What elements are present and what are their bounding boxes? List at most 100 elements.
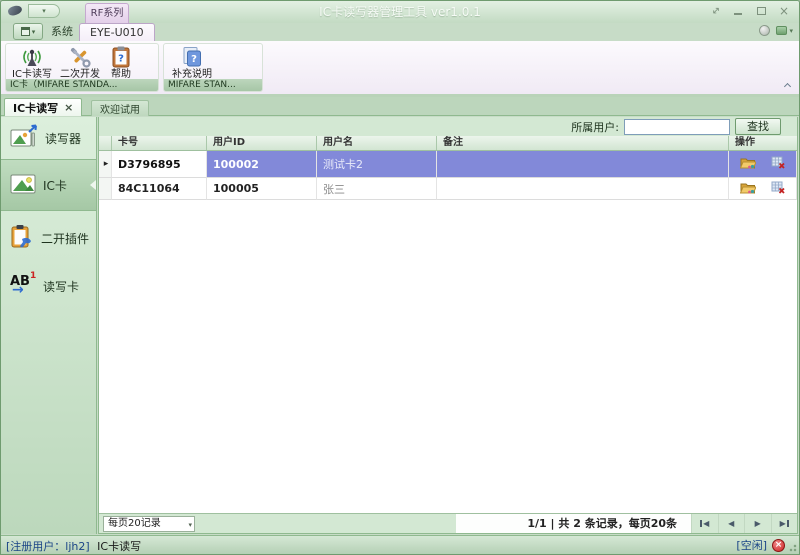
next-page-button[interactable]: ▶ — [744, 514, 771, 533]
header-card-no[interactable]: 卡号 — [112, 136, 207, 150]
cell-user-id[interactable]: 100002 — [207, 151, 317, 178]
last-page-button[interactable]: ▶ — [770, 514, 798, 533]
sidebar-item-label: 读写器 — [45, 131, 82, 146]
cell-operations — [729, 178, 797, 200]
idle-status-text: [空闲] — [736, 539, 767, 552]
sidebar: 读写器 IC卡 二开插件 AB 1 → 读写卡 — [1, 117, 97, 534]
sidebar-item-label: 读写卡 — [43, 279, 80, 294]
doc-tab-welcome[interactable]: 欢迎试用 — [91, 100, 149, 116]
tab-system[interactable]: 系统 — [41, 23, 83, 41]
pagination-info: 1/1 | 共 2 条记录，每页20条 — [456, 514, 691, 533]
reader-icon — [9, 124, 39, 153]
cell-user-name[interactable]: 张三 — [317, 178, 437, 200]
sidebar-item-label: IC卡 — [43, 178, 67, 193]
doc-tab-ic-rw[interactable]: IC卡读写 × — [4, 98, 83, 116]
tab-eye-u010[interactable]: EYE-U010 — [79, 23, 155, 41]
cell-remark[interactable] — [437, 151, 729, 178]
chevron-down-icon: ▾ — [188, 521, 192, 529]
header-user-name[interactable]: 用户名 — [317, 136, 437, 150]
header-remark[interactable]: 备注 — [437, 136, 729, 150]
pagination-bar: 每页20记录 ▾ 1/1 | 共 2 条记录，每页20条 ◀ ◀ ▶ ▶ — [99, 513, 797, 533]
close-icon[interactable]: × — [777, 4, 791, 18]
owner-user-label: 所属用户: — [571, 120, 619, 134]
status-right: [空闲] × — [736, 537, 785, 553]
page-size-label: 每页20记录 — [108, 518, 161, 529]
status-bar: [注册用户：ljh2] IC卡读写 [空闲] × — [1, 535, 799, 554]
svg-text:?: ? — [118, 54, 124, 65]
quick-access-toolbar[interactable]: ▾ — [28, 4, 60, 18]
plugin-icon — [9, 223, 35, 254]
ribbon-right-tools: ▾ — [759, 25, 793, 36]
registered-user-text: [注册用户：ljh2] — [6, 540, 90, 553]
tools-icon — [68, 45, 92, 69]
first-page-button[interactable]: ◀ — [691, 514, 718, 533]
secondary-dev-button[interactable]: 二次开发 — [56, 44, 104, 80]
titlebar: ▾ IC卡读写器管理工具 ver1.0.1 RF系列 ↕ × — [1, 1, 799, 23]
document-tab-strip: IC卡读写 × 欢迎试用 — [1, 97, 799, 116]
maximize-icon[interactable] — [754, 4, 768, 18]
sidebar-item-dev-plugin[interactable]: 二开插件 — [1, 216, 96, 260]
sidebar-item-rw-card[interactable]: AB 1 → 读写卡 — [1, 264, 96, 308]
contextual-tab-rf[interactable]: RF系列 — [85, 3, 129, 23]
status-orb-icon[interactable] — [759, 25, 771, 36]
header-user-id[interactable]: 用户ID — [207, 136, 317, 150]
sidebar-item-reader[interactable]: 读写器 — [1, 120, 96, 156]
supplement-button[interactable]: ? 补充说明 — [166, 44, 218, 80]
row-indicator — [99, 178, 112, 200]
table-header-row: 卡号 用户ID 用户名 备注 操作 — [99, 136, 797, 151]
svg-text:?: ? — [191, 54, 197, 65]
resize-grip[interactable] — [787, 542, 797, 552]
delete-card-button[interactable] — [771, 156, 785, 172]
window-controls: ↕ × — [708, 4, 791, 18]
ic-card-icon — [9, 172, 37, 199]
help-button[interactable]: ? 帮助 — [104, 44, 138, 80]
open-card-button[interactable] — [740, 156, 757, 172]
owner-user-input[interactable] — [624, 118, 730, 135]
table-row[interactable]: 84C11064 100005 张三 — [99, 178, 797, 200]
ribbon-tab-row: ▾ 系统 EYE-U010 ▾ — [1, 23, 799, 41]
stop-close-icon[interactable]: × — [772, 538, 785, 552]
cell-user-name[interactable]: 测试卡2 — [317, 151, 437, 178]
row-indicator-icon: ▸ — [99, 151, 112, 178]
table-row[interactable]: ▸ D3796895 100002 测试卡2 — [99, 151, 797, 178]
skin-chip-icon — [776, 26, 788, 35]
header-operation[interactable]: 操作 — [729, 136, 797, 150]
find-button[interactable]: 查找 — [735, 118, 781, 135]
cell-remark[interactable] — [437, 178, 729, 200]
pages-question-icon: ? — [180, 45, 204, 69]
ribbon-group-mifare: ? 补充说明 MIFARE STAN... — [163, 43, 263, 92]
window-menu-icon — [20, 27, 30, 36]
doc-tab-label: 欢迎试用 — [100, 105, 140, 116]
skin-picker-button[interactable]: ▾ — [776, 26, 793, 35]
search-bar: 所属用户: 查找 — [99, 117, 797, 136]
cell-user-id[interactable]: 100005 — [207, 178, 317, 200]
app-logo-icon[interactable] — [6, 4, 24, 17]
status-left: [注册用户：ljh2] IC卡读写 — [6, 538, 141, 554]
clipboard-question-icon: ? — [111, 45, 131, 69]
sidebar-item-ic-card[interactable]: IC卡 — [1, 159, 96, 211]
antenna-icon — [20, 45, 44, 69]
app-menu-button[interactable]: ▾ — [13, 23, 43, 40]
rw-card-icon: AB 1 → — [10, 271, 37, 298]
ribbon-group-caption[interactable]: MIFARE STAN... — [164, 79, 262, 91]
prev-page-button[interactable]: ◀ — [717, 514, 745, 533]
card-table: 卡号 用户ID 用户名 备注 操作 ▸ D3796895 100002 测试卡2 — [99, 136, 797, 200]
app-window: ▾ IC卡读写器管理工具 ver1.0.1 RF系列 ↕ × ▾ 系统 EYE-… — [0, 0, 800, 555]
content-panel: 所属用户: 查找 卡号 用户ID 用户名 备注 操作 ▸ D3796895 10… — [98, 117, 798, 534]
fit-window-icon[interactable]: ↕ — [708, 4, 722, 18]
page-size-dropdown[interactable]: 每页20记录 ▾ — [103, 516, 195, 532]
open-card-button[interactable] — [740, 181, 757, 197]
close-tab-icon[interactable]: × — [64, 101, 73, 114]
sidebar-item-label: 二开插件 — [41, 231, 90, 246]
pagination-nav: ◀ ◀ ▶ ▶ — [691, 514, 797, 533]
ribbon-group-ic: IC卡读写 二次开发 ? 帮助 IC卡（MIFARE STANDA... — [5, 43, 159, 92]
cell-card-no[interactable]: 84C11064 — [112, 178, 207, 200]
current-page-text: IC卡读写 — [97, 540, 142, 553]
ic-read-write-button[interactable]: IC卡读写 — [8, 44, 56, 80]
minimize-icon[interactable] — [731, 4, 745, 18]
cell-card-no[interactable]: D3796895 — [112, 151, 207, 178]
cell-operations — [729, 151, 797, 178]
delete-card-button[interactable] — [771, 181, 785, 197]
ribbon-group-caption[interactable]: IC卡（MIFARE STANDA... — [6, 79, 158, 91]
ribbon-collapse-icon[interactable] — [784, 82, 791, 89]
